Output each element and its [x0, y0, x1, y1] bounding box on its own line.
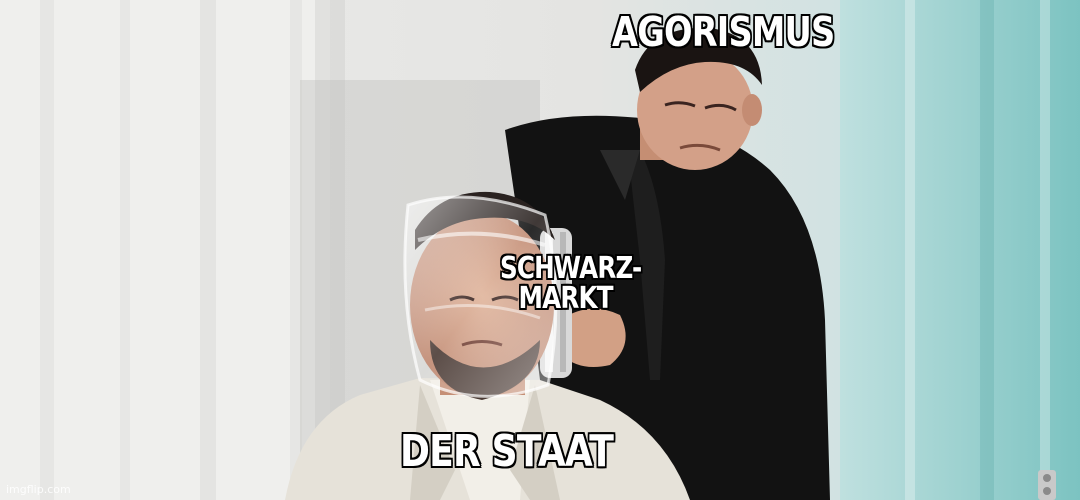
- caption-top-agorismus: AGORISMUS: [612, 8, 835, 56]
- caption-middle-schwarzmarkt: SCHWARZ- MARKT: [500, 254, 642, 316]
- caption-middle-line2: MARKT: [518, 281, 613, 316]
- corner-device: [1038, 470, 1056, 500]
- caption-bottom-der-staat: DER STAAT: [400, 426, 614, 477]
- photo-scene: [0, 0, 1080, 500]
- imgflip-watermark: imgflip.com: [6, 483, 71, 496]
- meme-image: AGORISMUS SCHWARZ- MARKT DER STAAT imgfl…: [0, 0, 1080, 500]
